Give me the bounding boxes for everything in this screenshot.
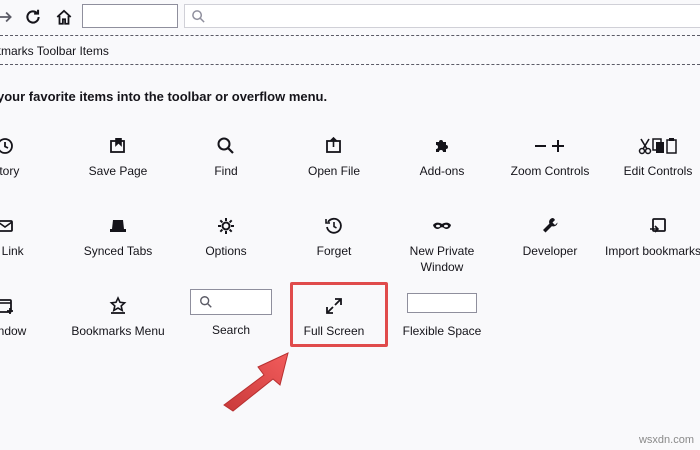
reload-icon [26,9,40,24]
gear-icon [216,216,236,236]
search-icon [192,10,205,23]
palette-item-history[interactable]: istory [0,136,60,179]
palette-item-label: Add-ons [419,164,465,178]
palette-item-label: Find [214,164,238,178]
palette-item-flexible-space[interactable]: Flexible Space [387,290,497,339]
forget-icon [324,216,344,236]
bookmarks-toolbar: kmarks Toolbar Items [0,36,700,65]
palette-item-label: ail Link [0,244,24,258]
save-page-icon [108,136,128,156]
palette-item-label: Developer [522,244,578,258]
flexible-space-preview [407,293,477,313]
home-button[interactable] [53,6,75,28]
open-file-icon [324,136,344,156]
highlight-box [290,282,388,347]
forward-button[interactable] [0,6,16,28]
search-icon [200,296,212,308]
new-window-icon [0,296,15,316]
palette-item-label: Options [205,244,247,258]
mail-icon [0,216,15,236]
palette-item-find[interactable]: Find [171,136,281,179]
palette-item-new-window[interactable]: Window [0,296,60,339]
home-icon [56,9,72,25]
puzzle-icon [432,136,452,156]
palette-item-label: Search [211,323,251,337]
instruction-text: your favorite items into the toolbar or … [0,89,328,104]
pointer-arrow-icon [223,352,289,412]
palette-item-forget[interactable]: Forget [279,216,389,259]
palette-item-edit-controls[interactable]: Edit Controls [603,136,700,179]
palette-item-label: Synced Tabs [83,244,153,258]
palette-item-label: Import bookmarks... [604,244,700,258]
palette-item-import-bookmarks[interactable]: Import bookmarks... [603,216,700,259]
palette-item-zoom-controls[interactable]: Zoom Controls [495,136,605,179]
palette-item-label: Forget [316,244,352,258]
clock-icon [0,136,15,156]
reload-button[interactable] [22,6,44,28]
palette-item-label: Edit Controls [623,164,693,178]
palette-item-label: istory [0,164,20,178]
palette-item-open-file[interactable]: Open File [279,136,389,179]
palette-item-label: Bookmarks Menu [71,324,165,338]
palette-item-developer[interactable]: Developer [495,216,605,259]
search-icon [216,136,236,156]
palette-item-new-private-window[interactable]: New Private Window [387,216,497,275]
bookmark-star-icon [108,296,128,316]
zoom-controls-icon [533,136,567,156]
palette-item-label: Window [0,324,27,338]
search-field-preview [190,289,272,315]
url-bar[interactable] [184,4,700,28]
wrench-icon [540,216,560,236]
bookmarks-toolbar-items[interactable]: kmarks Toolbar Items [0,44,109,58]
watermark: wsxdn.com [638,434,694,446]
palette-item-label: Zoom Controls [510,164,590,178]
palette-item-label: New Private Window [409,244,475,274]
palette-item-synced-tabs[interactable]: Synced Tabs [63,216,173,259]
synced-tabs-icon [108,216,128,236]
palette-item-save-page[interactable]: Save Page [63,136,173,179]
forward-arrow-icon [0,11,12,23]
palette-item-email-link[interactable]: ail Link [0,216,60,259]
palette-item-options[interactable]: Options [171,216,281,259]
palette-item-bookmarks-menu[interactable]: Bookmarks Menu [63,296,173,339]
import-icon [648,216,668,236]
palette-item-label: Save Page [88,164,148,178]
palette-item-label: Flexible Space [402,324,482,338]
navigation-toolbar [0,0,700,36]
palette-item-search[interactable]: Search [176,289,286,338]
mask-icon [432,216,452,236]
toolbar-placeholder-field[interactable] [82,4,178,28]
edit-controls-icon [638,136,678,156]
palette-item-add-ons[interactable]: Add-ons [387,136,497,179]
palette-item-label: Open File [307,164,361,178]
